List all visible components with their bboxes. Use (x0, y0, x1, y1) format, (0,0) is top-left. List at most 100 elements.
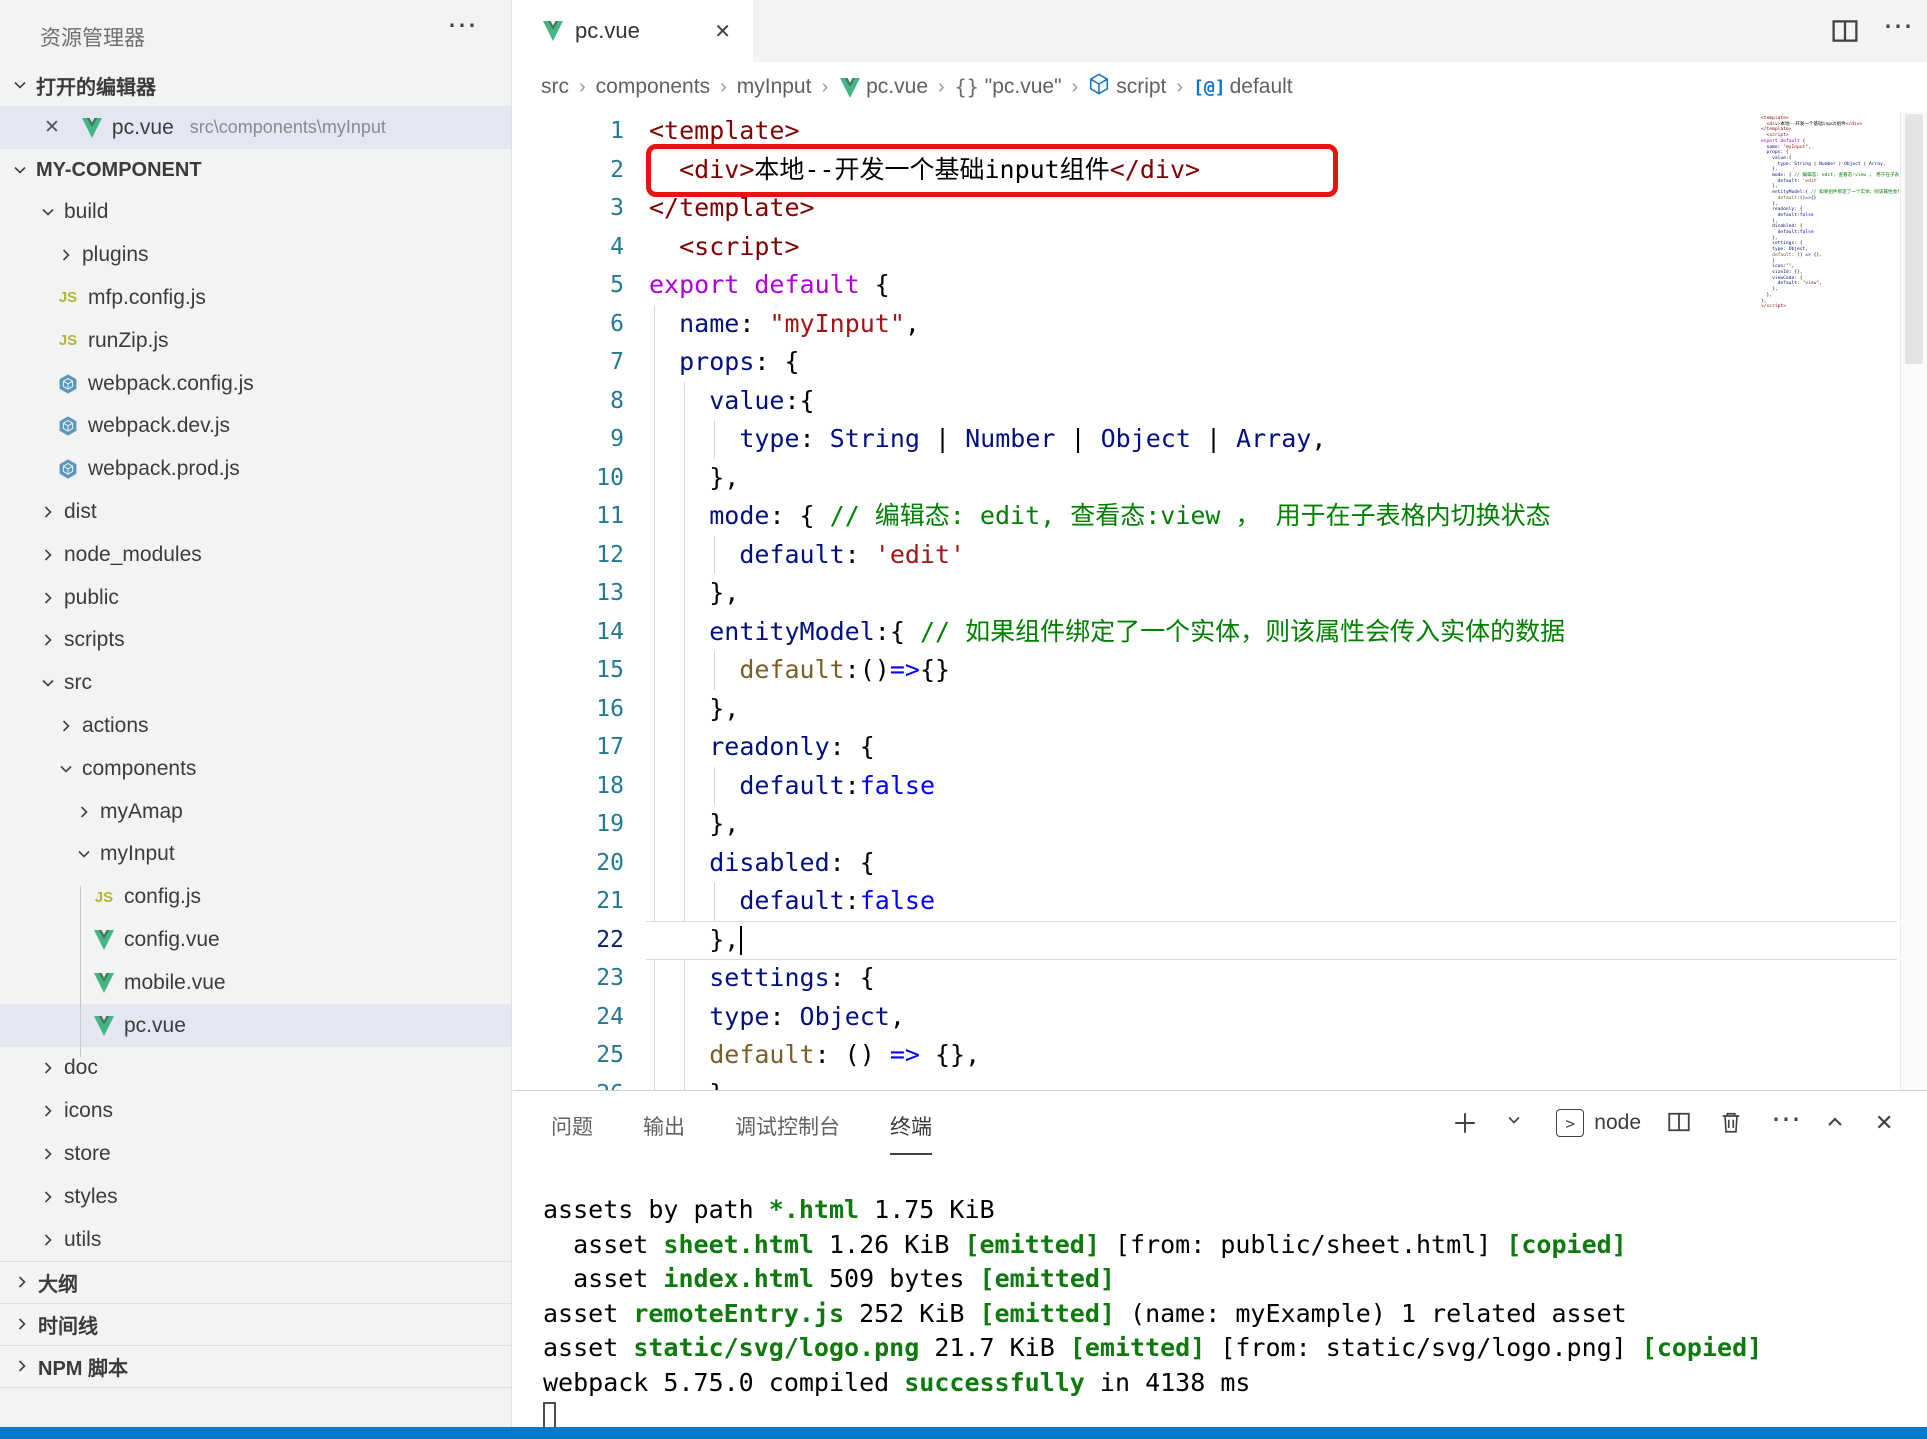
panel-trash-icon[interactable] (1719, 1110, 1745, 1136)
tree-item-actions[interactable]: actions (0, 705, 511, 748)
editor-scrollbar[interactable] (1900, 112, 1927, 1090)
code-line-26[interactable]: 26 } (513, 1075, 1927, 1091)
chevron-right-icon (56, 245, 76, 265)
tree-item-scripts[interactable]: scripts (0, 619, 511, 662)
tab-close-icon[interactable]: ✕ (714, 19, 731, 44)
tree-item-pc-vue[interactable]: pc.vue (0, 1004, 511, 1047)
code-line-24[interactable]: 24 type: Object, (513, 998, 1927, 1037)
breadcrumb-item-1[interactable]: components (596, 75, 710, 99)
panel-tab-输出[interactable]: 输出 (643, 1111, 685, 1155)
project-root-header[interactable]: MY-COMPONENT (0, 149, 511, 191)
code-line-7[interactable]: 7 props: { (513, 343, 1927, 382)
tree-item-node-modules[interactable]: node_modules (0, 533, 511, 576)
minimap[interactable]: <template> <div>本地--开发一个基础input组件</div> … (1761, 116, 1899, 756)
code-line-14[interactable]: 14 entityModel:{ // 如果组件绑定了一个实体，则该属性会传入实… (513, 613, 1927, 652)
panel-chevron-up-icon[interactable] (1823, 1110, 1849, 1136)
tree-item-icons[interactable]: icons (0, 1090, 511, 1133)
breadcrumb-separator: › (579, 76, 586, 99)
tree-item-mobile-vue[interactable]: mobile.vue (0, 961, 511, 1004)
panel-close-icon[interactable]: ✕ (1875, 1110, 1901, 1136)
panel-tab-调试控制台[interactable]: 调试控制台 (735, 1111, 840, 1155)
breadcrumb-item-4[interactable]: {}"pc.vue" (955, 75, 1062, 100)
code-line-2[interactable]: 2 <div>本地--开发一个基础input组件</div> (513, 151, 1927, 190)
breadcrumb-item-3[interactable]: pc.vue (838, 75, 928, 99)
tree-item-plugins[interactable]: plugins (0, 234, 511, 277)
open-editor-item-pc-vue[interactable]: ✕ pc.vue src\components\myInput (0, 106, 511, 149)
panel-tab-问题[interactable]: 问题 (551, 1111, 593, 1155)
chevron-down-icon (38, 673, 58, 693)
tree-item-store[interactable]: store (0, 1133, 511, 1176)
panel-add-icon[interactable] (1452, 1110, 1478, 1136)
code-line-18[interactable]: 18 default:false (513, 767, 1927, 806)
breadcrumb-item-0[interactable]: src (541, 75, 569, 99)
tree-item-utils[interactable]: utils (0, 1218, 511, 1261)
code-line-5[interactable]: 5 export default { (513, 266, 1927, 305)
code-line-17[interactable]: 17 readonly: { (513, 728, 1927, 767)
panel-chevron-down-icon[interactable] (1504, 1110, 1530, 1136)
tree-item-myAmap[interactable]: myAmap (0, 790, 511, 833)
breadcrumb-item-6[interactable]: [@]default (1193, 75, 1293, 99)
tree-item-src[interactable]: src (0, 662, 511, 705)
vue-file-icon (838, 77, 860, 97)
code-line-23[interactable]: 23 settings: { (513, 959, 1927, 998)
code-line-3[interactable]: 3 </template> (513, 189, 1927, 228)
sidebar-section-大纲[interactable]: 大纲 (0, 1262, 511, 1304)
code-line-1[interactable]: 1 <template> (513, 112, 1927, 151)
tree-item-public[interactable]: public (0, 576, 511, 619)
tree-item-webpack-config-js[interactable]: webpack.config.js (0, 362, 511, 405)
open-editors-header[interactable]: 打开的编辑器 (0, 64, 511, 106)
tree-item-runZip-js[interactable]: JSrunZip.js (0, 319, 511, 362)
code-line-22[interactable]: 22 }, (513, 921, 1927, 960)
tree-item-config-vue[interactable]: config.vue (0, 919, 511, 962)
code-line-16[interactable]: 16 }, (513, 690, 1927, 729)
code-editor[interactable]: 1 <template> 2 <div>本地--开发一个基础input组件</d… (513, 112, 1927, 1090)
js-file-icon: JS (92, 886, 116, 908)
code-line-6[interactable]: 6 name: "myInput", (513, 305, 1927, 344)
panel-split-icon[interactable] (1667, 1110, 1693, 1136)
scrollbar-thumb[interactable] (1905, 114, 1923, 364)
file-tree: build plugins JSmfp.config.js JSrunZip.j… (0, 191, 511, 1261)
chevron-right-icon (38, 1187, 58, 1207)
panel-more-icon[interactable]: ⋯ (1771, 1110, 1797, 1136)
breadcrumb-item-2[interactable]: myInput (737, 75, 812, 99)
code-line-15[interactable]: 15 default:()=>{} (513, 651, 1927, 690)
code-line-13[interactable]: 13 }, (513, 574, 1927, 613)
code-line-11[interactable]: 11 mode: { // 编辑态: edit, 查看态:view ， 用于在子… (513, 497, 1927, 536)
js-file-icon: JS (56, 287, 80, 309)
tree-item-styles[interactable]: styles (0, 1175, 511, 1218)
panel-tab-终端[interactable]: 终端 (890, 1111, 932, 1155)
tree-item-build[interactable]: build (0, 191, 511, 234)
code-line-8[interactable]: 8 value:{ (513, 382, 1927, 421)
tree-item-myInput[interactable]: myInput (0, 833, 511, 876)
terminal-output[interactable]: assets by path *.html 1.75 KiB asset she… (543, 1193, 1917, 1435)
code-line-9[interactable]: 9 type: String | Number | Object | Array… (513, 420, 1927, 459)
tree-item-webpack-dev-js[interactable]: webpack.dev.js (0, 405, 511, 448)
tree-item-doc[interactable]: doc (0, 1047, 511, 1090)
tree-item-webpack-prod-js[interactable]: webpack.prod.js (0, 448, 511, 491)
tab-pc-vue[interactable]: pc.vue ✕ (513, 0, 753, 62)
chevron-right-icon (12, 1272, 32, 1292)
code-line-21[interactable]: 21 default:false (513, 882, 1927, 921)
breadcrumb-item-5[interactable]: script (1088, 73, 1166, 101)
status-bar (0, 1427, 1927, 1439)
terminal-instance-selector[interactable]: > node (1556, 1109, 1641, 1137)
code-line-12[interactable]: 12 default: 'edit' (513, 536, 1927, 575)
split-editor-icon[interactable] (1831, 17, 1859, 45)
code-line-10[interactable]: 10 }, (513, 459, 1927, 498)
code-line-19[interactable]: 19 }, (513, 805, 1927, 844)
tree-item-mfp-config-js[interactable]: JSmfp.config.js (0, 277, 511, 320)
sidebar-section-NPM-脚本[interactable]: NPM 脚本 (0, 1346, 511, 1388)
breadcrumb-separator: › (1176, 76, 1183, 99)
close-icon[interactable]: ✕ (44, 116, 60, 139)
code-line-4[interactable]: 4 <script> (513, 228, 1927, 267)
code-line-25[interactable]: 25 default: () => {}, (513, 1036, 1927, 1075)
field-icon: [@] (1193, 75, 1230, 99)
tree-item-config-js[interactable]: JSconfig.js (0, 876, 511, 919)
line-number: 6 (513, 305, 624, 344)
tree-item-dist[interactable]: dist (0, 491, 511, 534)
editor-more-actions-icon[interactable]: ⋯ (1883, 17, 1911, 45)
code-line-20[interactable]: 20 disabled: { (513, 844, 1927, 883)
sidebar-section-时间线[interactable]: 时间线 (0, 1304, 511, 1346)
tree-item-components[interactable]: components (0, 747, 511, 790)
explorer-more-actions-icon[interactable]: ⋯ (447, 8, 479, 43)
